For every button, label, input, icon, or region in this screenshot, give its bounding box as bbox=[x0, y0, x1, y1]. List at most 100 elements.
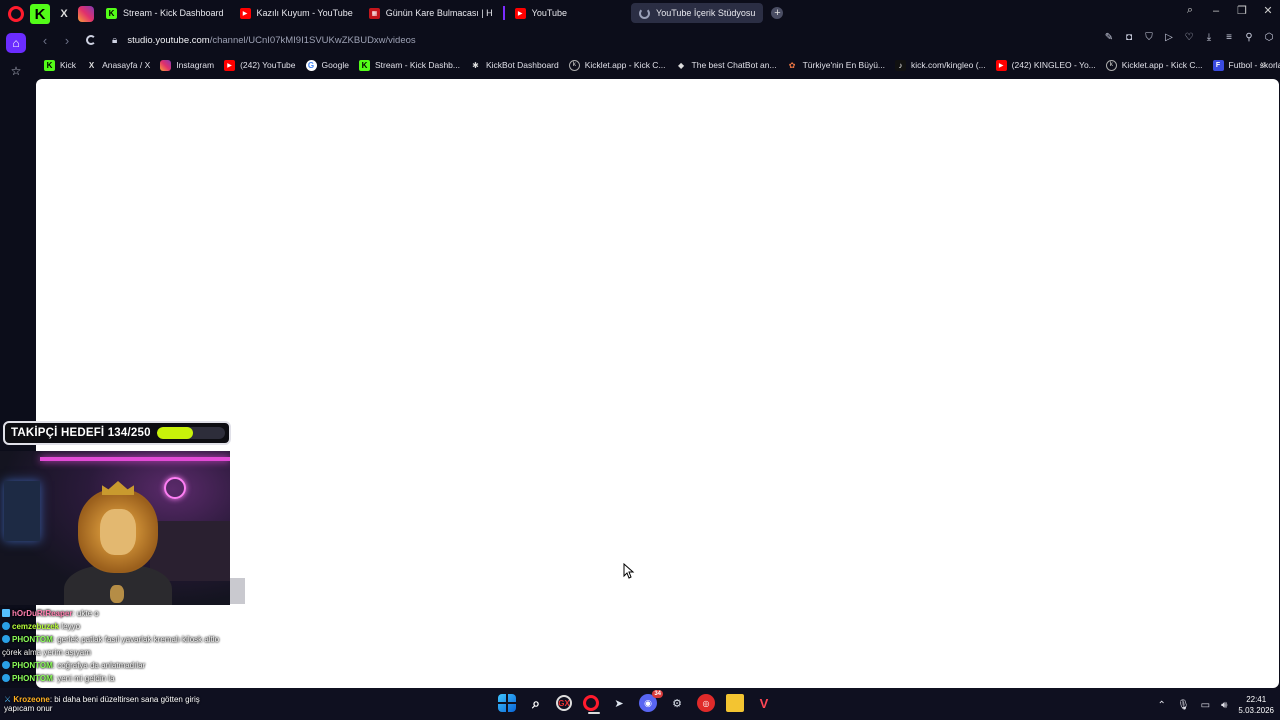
bookmarks-bar: K Kick X Anasayfa / X Instagram ▶ (242) YouTub… bbox=[32, 55, 1280, 75]
player-icon[interactable]: ▷ bbox=[1164, 32, 1174, 43]
restore-icon[interactable]: ❐ bbox=[1236, 4, 1248, 17]
volume-icon[interactable]: 🔊︎ bbox=[1221, 700, 1227, 711]
tab-kick-dashboard[interactable]: K Stream - Kick Dashboard bbox=[98, 3, 232, 23]
chat-username: cemzebuzek bbox=[12, 622, 60, 631]
bookmark-label: (242) YouTube bbox=[240, 60, 296, 70]
bookmark-item[interactable]: ▶ (242) KINGLEO - Yo... bbox=[995, 59, 1096, 71]
forward-icon[interactable]: › bbox=[56, 33, 78, 48]
youtube-icon: ▶ bbox=[995, 59, 1007, 71]
kick-icon: K bbox=[44, 59, 55, 71]
profile-icon[interactable]: ⚲ bbox=[1244, 32, 1254, 43]
bookmarks-star-icon[interactable]: ☆ bbox=[6, 61, 26, 81]
tab-kare-bulmacasi[interactable]: ▦ Günün Kare Bulmacası | H bbox=[361, 3, 501, 23]
bookmark-item[interactable]: ✱ KickBot Dashboard bbox=[470, 60, 559, 71]
bookmark-item[interactable]: ▶ (242) YouTube bbox=[224, 59, 296, 71]
tab-label: Kazılı Kuyum - YouTube bbox=[256, 8, 353, 18]
pinned-tab-kick-icon[interactable]: K bbox=[30, 4, 50, 24]
chat-line: hOrDuRtReaper: ukte o bbox=[2, 607, 252, 620]
webcam-feed bbox=[0, 451, 230, 605]
bookmark-item[interactable]: k Kicklet.app - Kick C... bbox=[568, 59, 666, 71]
follower-goal-widget: TAKİPÇİ HEDEFİ 134/250 bbox=[3, 421, 231, 445]
windows-taskbar: ⚔ Krozeone: bi daha beni düzeltirsen san… bbox=[0, 688, 1280, 720]
telegram-icon[interactable]: ➤ bbox=[610, 694, 628, 712]
chat-sub-badge-icon bbox=[2, 661, 10, 669]
bookmark-label: Kicklet.app - Kick C... bbox=[1121, 60, 1203, 70]
folder-icon[interactable] bbox=[726, 694, 744, 712]
snapshot-icon[interactable]: ◘ bbox=[1124, 32, 1134, 43]
chat-line: PHONTOM: yeni mi geldin la bbox=[2, 672, 252, 685]
bookmark-item[interactable]: ♪ kick.com/kingleo (... bbox=[895, 59, 986, 71]
pinned-tab-instagram-icon[interactable] bbox=[78, 6, 94, 22]
bookmark-label: Stream - Kick Dashb... bbox=[374, 60, 460, 70]
bookmarks-overflow-icon[interactable]: » bbox=[1260, 59, 1266, 70]
bookmark-label: Instagram bbox=[176, 60, 215, 70]
chat-sub-badge-icon bbox=[2, 674, 10, 682]
tab-youtube[interactable]: ▶ YouTube bbox=[507, 3, 575, 23]
home-icon[interactable]: ⌂ bbox=[6, 33, 26, 53]
kick-icon: K bbox=[106, 7, 117, 19]
address-bar: ‹ › 🔒︎ studio.youtube.com/channel/UCnI07… bbox=[32, 26, 1280, 54]
stream-chat-overlay: hOrDuRtReaper: ukte o cemzebuzek leyyo PHO… bbox=[2, 607, 252, 685]
download-icon[interactable]: ⤓ bbox=[1204, 32, 1214, 43]
chevron-up-icon[interactable]: ⌃ bbox=[1158, 700, 1166, 711]
bookmark-label: (242) KINGLEO - Yo... bbox=[1011, 60, 1096, 70]
kicklet-icon: k bbox=[1105, 59, 1117, 71]
display-icon[interactable]: ▭ bbox=[1201, 700, 1210, 711]
menu-icon[interactable]: ≡ bbox=[1224, 32, 1234, 43]
bookmark-item[interactable]: k Kicklet.app - Kick C... bbox=[1105, 59, 1203, 71]
chat-username: PHONTOM bbox=[12, 674, 53, 683]
edit-icon[interactable]: ✎ bbox=[1104, 32, 1114, 43]
heart-icon[interactable]: ♡ bbox=[1184, 32, 1194, 43]
bookmark-item[interactable]: ◆ The best ChatBot an... bbox=[676, 60, 777, 71]
bookmark-label: KickBot Dashboard bbox=[485, 60, 559, 70]
lock-icon[interactable]: 🔒︎ bbox=[112, 35, 117, 46]
kicklet-icon: k bbox=[568, 59, 580, 71]
windows-icon[interactable] bbox=[498, 694, 516, 712]
bookmark-item[interactable]: K Stream - Kick Dashb... bbox=[358, 59, 460, 71]
bookmark-item[interactable]: Instagram bbox=[160, 59, 215, 71]
steam-icon[interactable]: ⚙ bbox=[668, 694, 686, 712]
tab-youtube-studio[interactable]: YouTube İçerik Stüdyosu bbox=[631, 3, 764, 23]
clock[interactable]: 22:41 5.03.2026 bbox=[1238, 694, 1274, 716]
overlay-scrollbar[interactable] bbox=[230, 578, 245, 604]
chat-username: PHONTOM bbox=[12, 635, 53, 644]
opera-gx-icon[interactable]: GX bbox=[556, 695, 572, 711]
tab-search-icon[interactable]: ⌕ bbox=[1184, 4, 1196, 17]
chat-username: PHONTOM bbox=[12, 661, 53, 670]
shield-icon[interactable]: ⛉ bbox=[1144, 32, 1154, 43]
tab-list: K Stream - Kick Dashboard ▶ Kazılı Kuyum… bbox=[98, 3, 784, 23]
chatbot-icon: ◆ bbox=[677, 60, 685, 70]
minimize-icon[interactable]: – bbox=[1210, 5, 1222, 17]
bookmark-item[interactable]: X Anasayfa / X bbox=[86, 60, 150, 71]
app-glyph: ◎ bbox=[702, 698, 710, 708]
url-path: /channel/UCnI07kMI9I1SVUKwZKBUDxw/videos bbox=[209, 34, 416, 46]
chat-line: cemzebuzek leyyo bbox=[2, 620, 252, 633]
opera-menu-icon[interactable] bbox=[8, 6, 24, 22]
pinned-tab-x-icon[interactable]: X bbox=[56, 6, 72, 22]
url-field[interactable]: studio.youtube.com/channel/UCnI07kMI9I1S… bbox=[127, 35, 415, 46]
bookmark-item[interactable]: G Google bbox=[305, 59, 349, 71]
discord-icon[interactable]: ◉ 34 bbox=[639, 690, 663, 712]
opera-icon[interactable] bbox=[583, 695, 600, 714]
back-icon[interactable]: ‹ bbox=[34, 33, 56, 48]
youtube-icon: ▶ bbox=[239, 7, 251, 19]
red-circle-app-icon[interactable]: ◎ bbox=[697, 694, 715, 712]
search-icon[interactable]: ⌕ bbox=[527, 694, 545, 712]
valorant-icon[interactable]: V bbox=[755, 694, 773, 712]
close-icon[interactable]: ✕ bbox=[1262, 4, 1274, 17]
google-icon: G bbox=[305, 59, 317, 71]
chat-message: leyyo bbox=[59, 622, 81, 631]
chat-line: PHONTOM: gerlek patlak fasıl yavarlak kr… bbox=[2, 633, 252, 646]
bookmark-label: Futbol - skorlar, tak... bbox=[1228, 60, 1280, 70]
app-glyph: ⚙ bbox=[672, 697, 682, 710]
loading-icon bbox=[639, 7, 651, 19]
microphone-icon[interactable]: 🎙︎ bbox=[1177, 700, 1190, 711]
extensions-icon[interactable]: ⬡ bbox=[1264, 32, 1274, 43]
reload-loading-icon[interactable] bbox=[86, 35, 96, 45]
bookmark-item[interactable]: ✿ Türkiye'nin En Büyü... bbox=[787, 60, 885, 71]
futbol-site-icon: F bbox=[1212, 59, 1224, 71]
bookmark-item[interactable]: K Kick bbox=[44, 59, 76, 71]
new-tab-button[interactable]: + bbox=[771, 7, 784, 19]
bookmark-item[interactable]: F Futbol - skorlar, tak... bbox=[1212, 59, 1280, 71]
tab-kazili-kuyum[interactable]: ▶ Kazılı Kuyum - YouTube bbox=[232, 3, 361, 23]
